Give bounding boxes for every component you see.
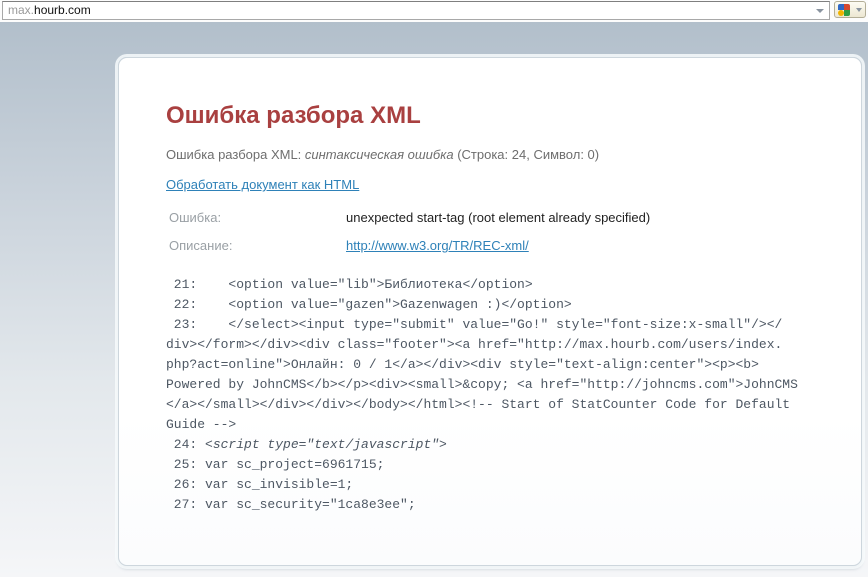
page-title: Ошибка разбора XML — [166, 102, 821, 130]
google-icon — [838, 4, 850, 16]
xml-error-card: Ошибка разбора XML Ошибка разбора XML: с… — [118, 57, 862, 566]
summary-error-kind: синтаксическая ошибка — [305, 147, 454, 162]
summary-prefix: Ошибка разбора XML: — [166, 147, 305, 162]
code-line: php?act=online">Онлайн: 0 / 1</a></div><… — [166, 355, 821, 375]
address-dropdown-arrow-icon[interactable] — [816, 9, 824, 13]
source-code-block: 21: <option value="lib">Библиотека</opti… — [166, 275, 821, 515]
code-line: 27: var sc_security="1ca8e3ee"; — [166, 495, 821, 515]
detail-label: Ошибка: — [169, 210, 346, 226]
error-details-table: Ошибка:unexpected start-tag (root elemen… — [169, 207, 821, 263]
code-line: 23: </select><input type="submit" value=… — [166, 315, 821, 335]
page-background: Ошибка разбора XML Ошибка разбора XML: с… — [0, 22, 868, 577]
code-line: 22: <option value="gazen">Gazenwagen :)<… — [166, 295, 821, 315]
code-line: </a></small></div></div></body></html><!… — [166, 395, 821, 415]
detail-row: Ошибка:unexpected start-tag (root elemen… — [169, 207, 821, 235]
detail-value: unexpected start-tag (root element alrea… — [346, 210, 650, 225]
code-line: 25: var sc_project=6961715; — [166, 455, 821, 475]
summary-location: (Строка: 24, Символ: 0) — [454, 147, 600, 162]
code-line: div></form></div><div class="footer"><a … — [166, 335, 821, 355]
code-line: 26: var sc_invisible=1; — [166, 475, 821, 495]
search-engine-button[interactable] — [834, 1, 866, 18]
action-link-row: Обработать документ как HTML — [166, 177, 821, 193]
code-line: Guide --> — [166, 415, 821, 435]
browser-top-bar: max.hourb.com — [0, 0, 868, 22]
detail-row: Описание:http://www.w3.org/TR/REC-xml/ — [169, 235, 821, 263]
search-dropdown-arrow-icon[interactable] — [856, 8, 862, 12]
address-domain-prefix: max. — [8, 3, 34, 17]
address-domain-main: hourb.com — [34, 3, 91, 17]
code-line: Powered by JohnCMS</b></p><div><small>&c… — [166, 375, 821, 395]
address-bar[interactable]: max.hourb.com — [2, 1, 830, 20]
detail-label: Описание: — [169, 238, 346, 254]
error-summary: Ошибка разбора XML: синтаксическая ошибк… — [166, 147, 821, 163]
code-line: 21: <option value="lib">Библиотека</opti… — [166, 275, 821, 295]
code-line: 24: <script type="text/javascript"> — [166, 435, 821, 455]
render-as-html-link[interactable]: Обработать документ как HTML — [166, 177, 359, 192]
detail-value-link[interactable]: http://www.w3.org/TR/REC-xml/ — [346, 238, 529, 253]
